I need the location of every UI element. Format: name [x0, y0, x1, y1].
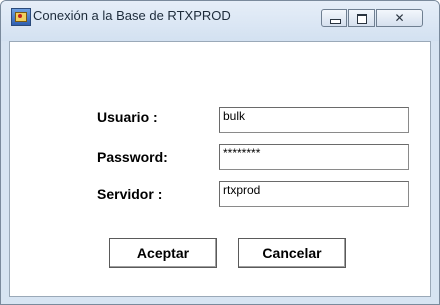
- window-title: Conexión a la Base de RTXPROD: [33, 8, 231, 23]
- maximize-icon: [357, 14, 367, 24]
- minimize-icon: [330, 19, 341, 24]
- app-icon[interactable]: [11, 8, 31, 26]
- title-bar[interactable]: Conexión a la Base de RTXPROD ✕: [1, 1, 439, 41]
- password-input[interactable]: ********: [219, 144, 409, 170]
- dialog-client-area: Usuario : bulk Password: ******** Servid…: [9, 41, 431, 297]
- servidor-label: Servidor :: [97, 186, 163, 202]
- usuario-input[interactable]: bulk: [219, 107, 409, 133]
- close-button[interactable]: ✕: [376, 9, 423, 27]
- usuario-label: Usuario :: [97, 109, 158, 125]
- password-label: Password:: [97, 149, 168, 165]
- close-icon: ✕: [394, 11, 405, 25]
- accept-button[interactable]: Aceptar: [109, 238, 217, 268]
- minimize-button[interactable]: [321, 9, 347, 27]
- login-dialog-window: Conexión a la Base de RTXPROD ✕ Usuario …: [0, 0, 440, 305]
- cancel-button[interactable]: Cancelar: [238, 238, 346, 268]
- servidor-input[interactable]: rtxprod: [219, 181, 409, 207]
- maximize-button[interactable]: [348, 9, 375, 27]
